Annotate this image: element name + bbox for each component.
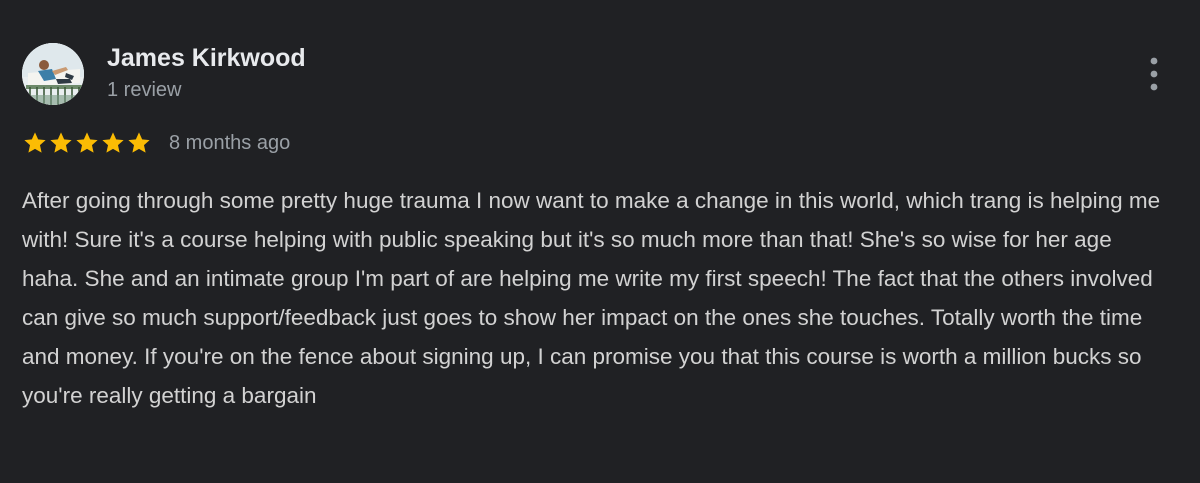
- author-name[interactable]: James Kirkwood: [107, 43, 306, 73]
- star-rating: [22, 130, 152, 156]
- star-icon: [74, 130, 100, 156]
- star-icon: [48, 130, 74, 156]
- star-icon: [126, 130, 152, 156]
- review-card: James Kirkwood 1 review 8 months ago Aft…: [0, 0, 1200, 483]
- rating-row: 8 months ago: [22, 129, 290, 157]
- star-icon: [22, 130, 48, 156]
- review-text: After going through some pretty huge tra…: [22, 188, 1161, 408]
- review-time: 8 months ago: [169, 132, 291, 154]
- author-review-count: 1 review: [107, 79, 182, 101]
- avatar-image: [22, 43, 84, 105]
- author-avatar[interactable]: [22, 43, 84, 105]
- more-options-button[interactable]: [1140, 55, 1168, 93]
- more-vert-icon: [1150, 57, 1158, 91]
- star-icon: [100, 130, 126, 156]
